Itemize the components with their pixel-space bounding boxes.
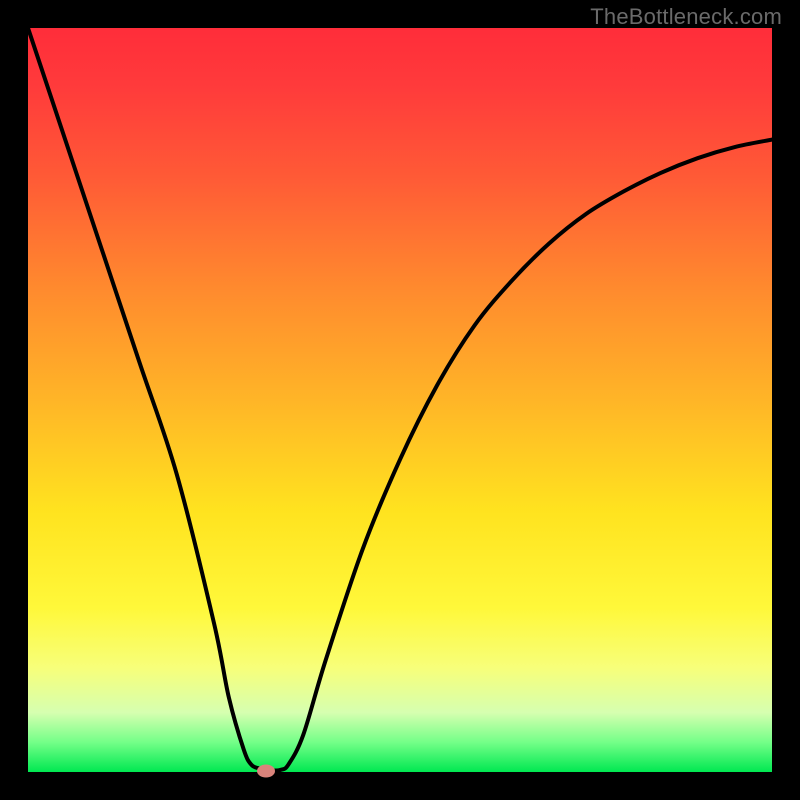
curve-svg [28,28,772,772]
curve-marker [257,764,275,777]
chart-frame: TheBottleneck.com [0,0,800,800]
watermark-text: TheBottleneck.com [590,4,782,30]
bottleneck-curve [28,28,772,771]
plot-area [28,28,772,772]
